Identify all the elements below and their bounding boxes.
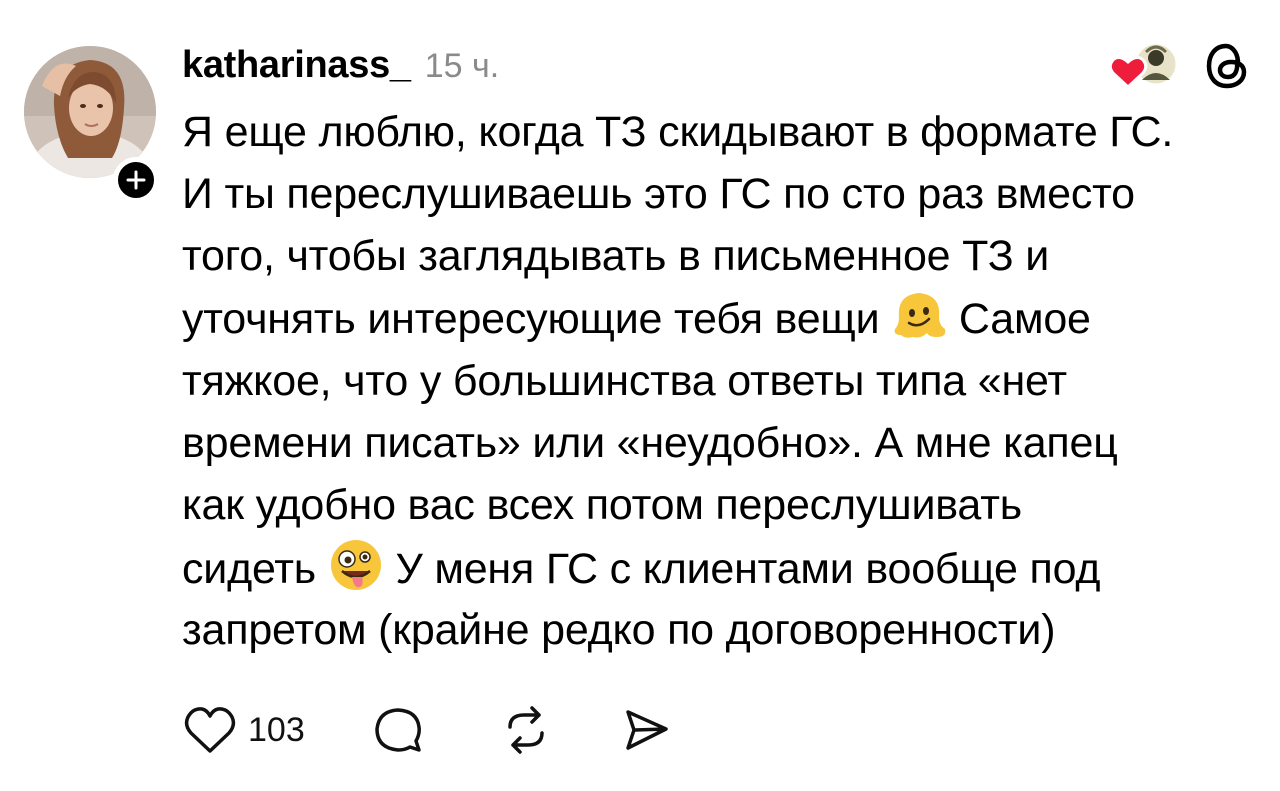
top-right-icons [1106,40,1250,96]
text-line: тяжкое, что у большинства ответы типа «н… [182,357,1067,406]
text-line: того, чтобы заглядывать в письменное ТЗ … [182,231,1050,280]
text-line: уточнять интересующие тебя вещи [182,295,892,344]
text-line: И ты переслушиваешь это ГС по сто раз вм… [182,169,1135,218]
plus-icon [126,170,146,190]
share-icon [625,710,668,750]
liked-by-indicator[interactable] [1106,40,1179,96]
follow-button[interactable] [113,157,159,203]
comment-icon [374,708,421,752]
text-line: как удобно вас всех потом переслушивать [182,480,1022,529]
zany-face-emoji [330,539,381,590]
thread-post: katharinass_ 15 ч. Я еще люблю, когда ТЗ… [0,0,1280,791]
text-line: У меня ГС с клиентами вообще под [383,544,1101,593]
post-body-text: Я еще люблю, когда ТЗ скидывают в формат… [182,102,1262,662]
post-actions: 103 [182,700,671,760]
text-line: времени писать» или «неудобно». А мне ка… [182,418,1118,467]
comment-button[interactable] [373,705,423,755]
text-line: Самое [947,295,1091,344]
like-count: 103 [248,710,305,749]
repost-button[interactable] [501,705,551,755]
repost-icon [507,706,544,754]
username-link[interactable]: katharinass_ [182,44,411,87]
text-line: запретом (крайне редко по договоренности… [182,606,1056,655]
post-header: katharinass_ 15 ч. [182,44,499,100]
like-button[interactable]: 103 [182,704,305,756]
melting-face-emoji [894,293,946,339]
heart-icon [184,707,236,753]
text-line: Я еще люблю, когда ТЗ скидывают в формат… [182,108,1174,156]
author-avatar-container[interactable] [24,46,159,203]
heart-filled-icon [1108,55,1148,90]
text-line: сидеть [182,544,328,593]
post-timestamp: 15 ч. [424,47,500,85]
threads-logo-icon[interactable] [1204,41,1250,96]
share-button[interactable] [621,705,671,755]
